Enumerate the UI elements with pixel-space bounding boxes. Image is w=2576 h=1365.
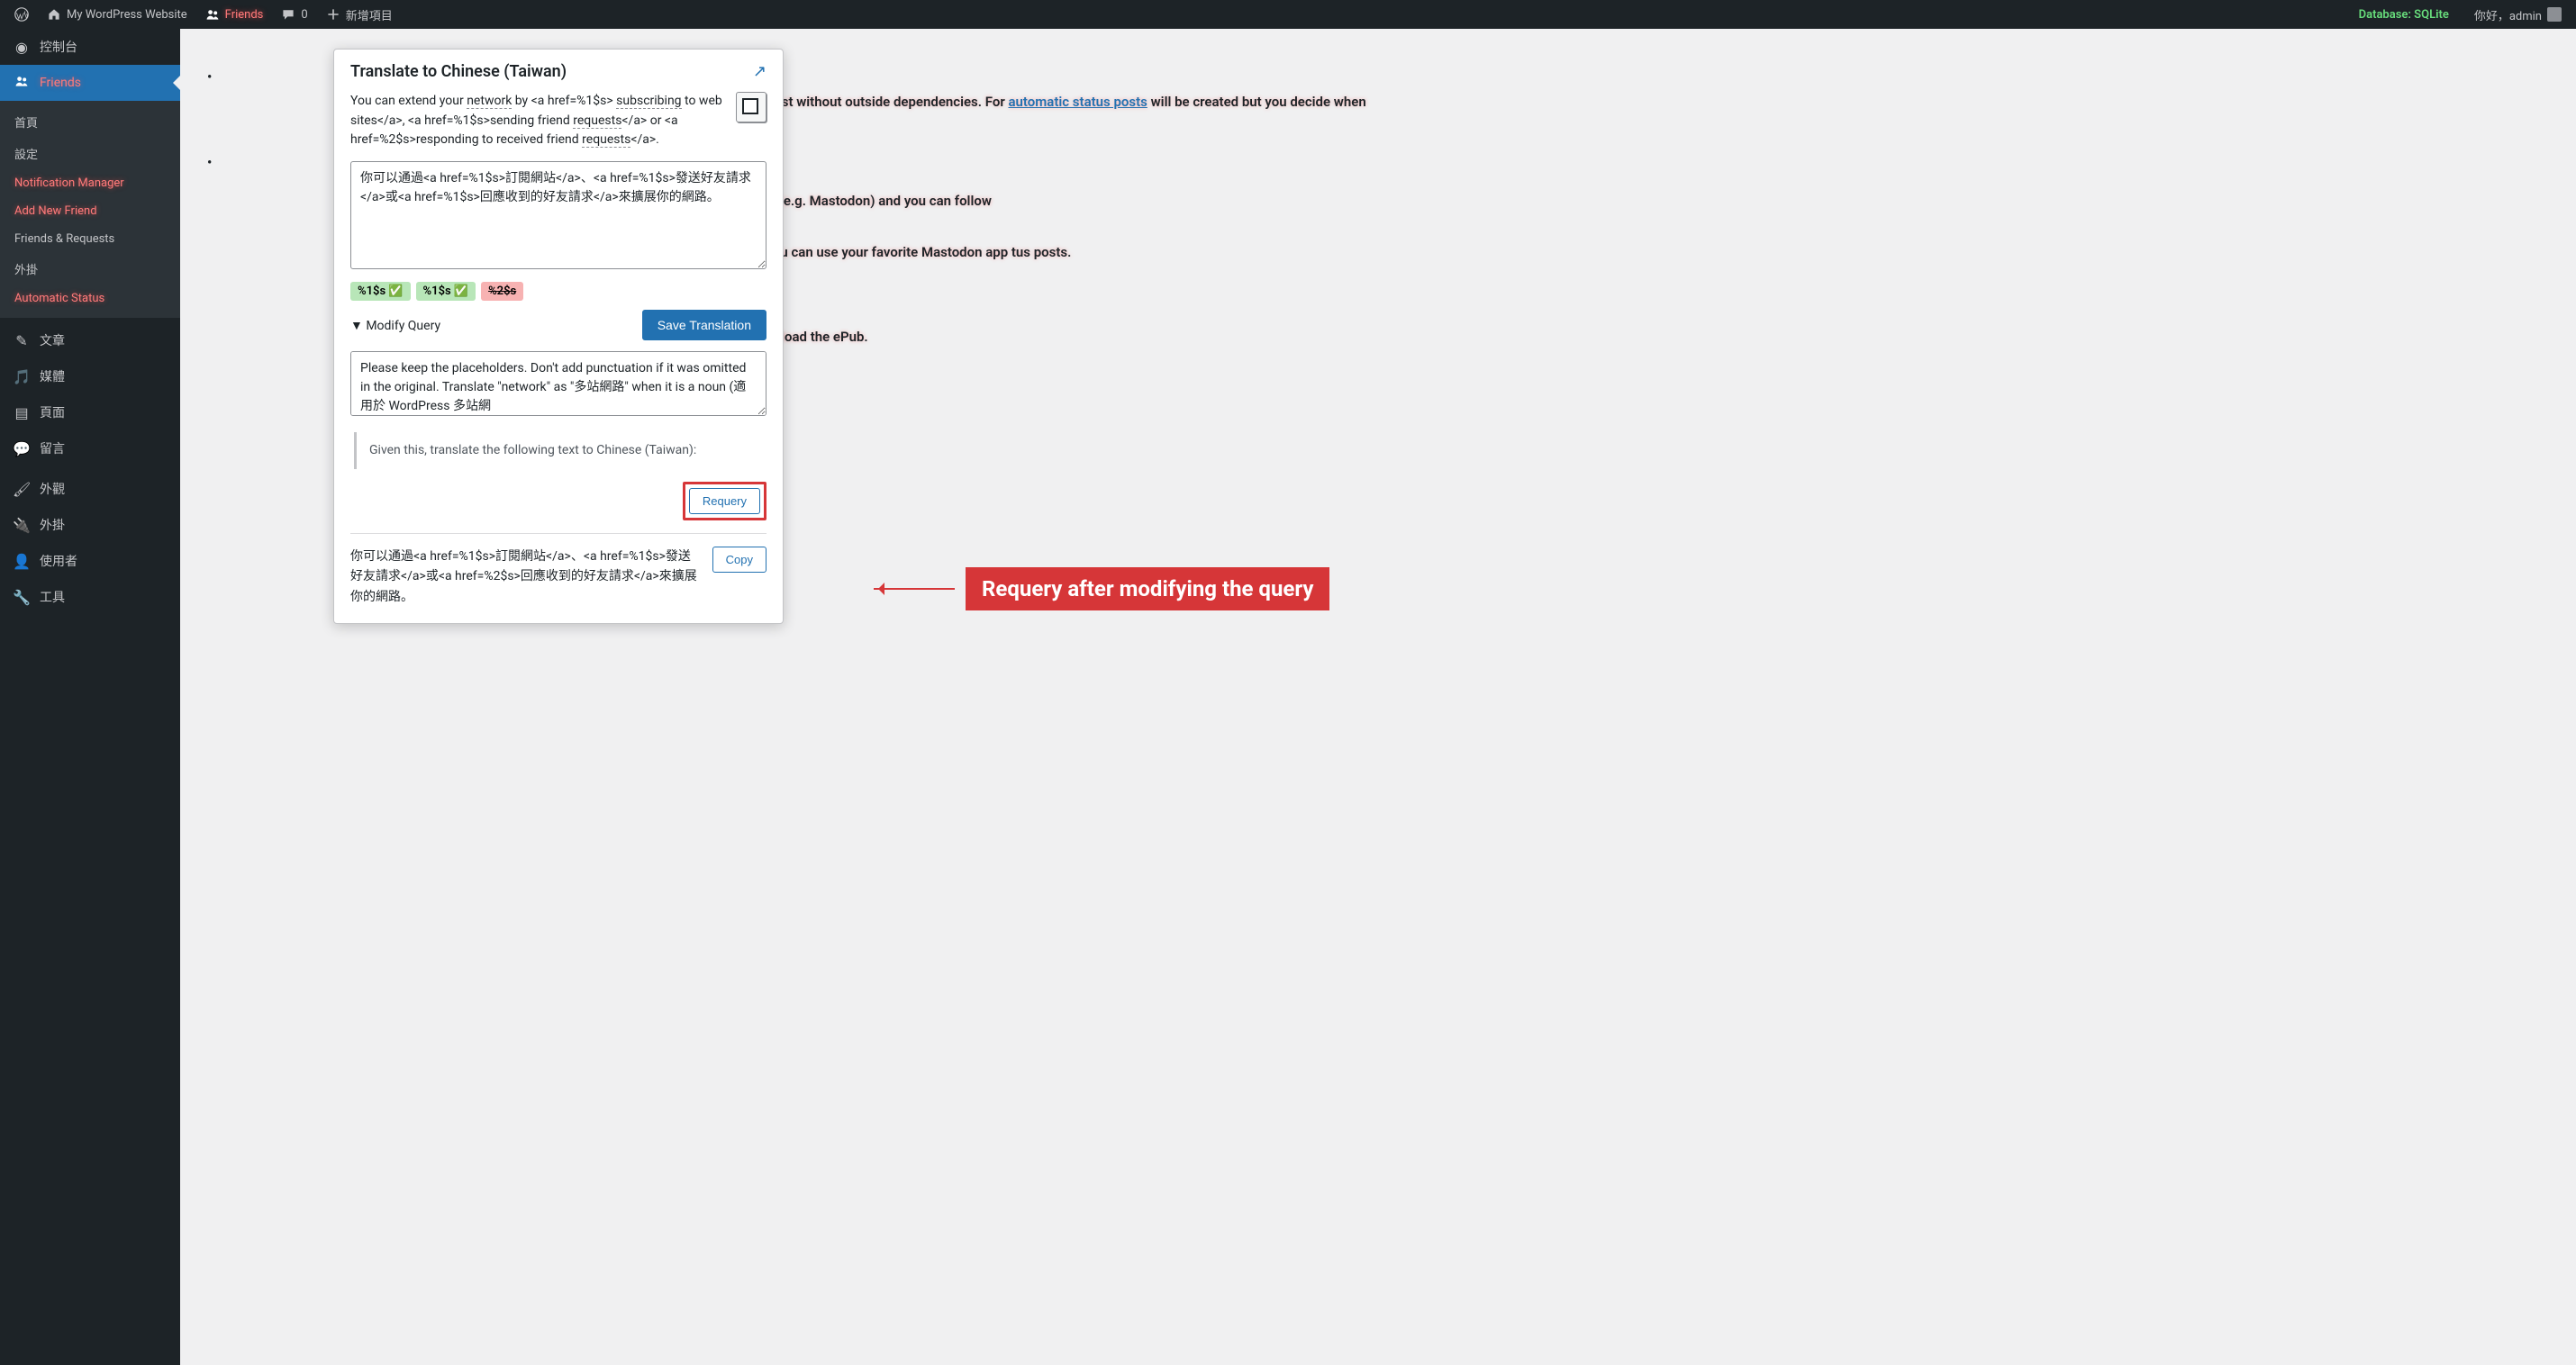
modify-query-toggle[interactable]: ▼ Modify Query (350, 318, 440, 333)
plugin-icon: 🔌 (13, 517, 31, 534)
brush-icon: 🖌 (13, 481, 31, 498)
menu-plugins[interactable]: 🔌外掛 (0, 507, 180, 543)
menu-dashboard[interactable]: ◉控制台 (0, 29, 180, 65)
friends-icon (13, 74, 31, 92)
dashboard-icon: ◉ (13, 39, 31, 56)
submenu-friends-requests[interactable]: Friends & Requests (0, 225, 180, 253)
result-translation: 你可以通過<a href=%1$s>訂閱網站</a>、<a href=%1$s>… (350, 547, 703, 607)
placeholder-ok-1: %1$s ✅ (350, 282, 411, 301)
annotation: Requery after modifying the query (874, 567, 1329, 610)
translate-modal: Translate to Chinese (Taiwan) ↗ You can … (333, 49, 784, 624)
submenu-friends: 首頁 設定 Notification Manager Add New Frien… (0, 101, 180, 318)
placeholder-missing: %2$s (481, 282, 523, 301)
copy-source-button[interactable] (736, 92, 766, 122)
wrench-icon: 🔧 (13, 589, 31, 606)
menu-pages[interactable]: ▤頁面 (0, 394, 180, 430)
query-textarea[interactable] (350, 351, 766, 416)
requery-button[interactable]: Requery (689, 488, 760, 514)
plus-icon (326, 7, 340, 22)
wordpress-icon (14, 7, 29, 22)
admin-bar: My WordPress Website Friends 0 新增項目 Data… (0, 0, 2576, 29)
external-link-icon[interactable]: ↗ (753, 62, 766, 81)
query-preview: Given this, translate the following text… (354, 432, 766, 469)
save-translation-button[interactable]: Save Translation (642, 310, 766, 340)
page-icon: ▤ (13, 404, 31, 421)
avatar (2547, 7, 2562, 22)
annotation-arrow (874, 588, 955, 590)
site-name[interactable]: My WordPress Website (40, 0, 195, 29)
submenu-settings[interactable]: 設定 (0, 138, 180, 169)
submenu-add-new-friend[interactable]: Add New Friend (0, 197, 180, 225)
home-icon (47, 7, 61, 22)
submenu-plugins[interactable]: 外掛 (0, 253, 180, 285)
separator (350, 533, 766, 534)
automatic-status-link[interactable]: automatic status posts (1008, 94, 1147, 110)
submenu-notification-manager[interactable]: Notification Manager (0, 169, 180, 197)
comment-icon (281, 7, 295, 22)
copy-icon (745, 101, 757, 113)
translation-textarea[interactable] (350, 161, 766, 269)
database-indicator[interactable]: Database: SQLite (2352, 0, 2456, 29)
menu-media[interactable]: 🎵媒體 (0, 358, 180, 394)
submenu-automatic-status[interactable]: Automatic Status (0, 285, 180, 312)
admin-sidebar: ◉控制台 Friends 首頁 設定 Notification Manager … (0, 29, 180, 1365)
source-string: You can extend your network by <a href=%… (350, 92, 727, 150)
adminbar-friends[interactable]: Friends (198, 0, 271, 29)
menu-tools[interactable]: 🔧工具 (0, 579, 180, 615)
my-account[interactable]: 你好，admin (2467, 0, 2569, 29)
submenu-home[interactable]: 首頁 (0, 106, 180, 138)
annotation-label: Requery after modifying the query (966, 567, 1329, 610)
pin-icon: ✎ (13, 332, 31, 349)
placeholder-ok-2: %1$s ✅ (416, 282, 476, 301)
modal-title: Translate to Chinese (Taiwan) (350, 62, 567, 81)
copy-result-button[interactable]: Copy (712, 547, 766, 573)
main-content: ovided by this plugin, just without outs… (180, 29, 2576, 1365)
friends-icon (205, 7, 220, 22)
adminbar-new[interactable]: 新增項目 (319, 0, 400, 29)
menu-posts[interactable]: ✎文章 (0, 322, 180, 358)
menu-friends[interactable]: Friends (0, 65, 180, 101)
user-icon: 👤 (13, 553, 31, 570)
placeholder-status: %1$s ✅ %1$s ✅ %2$s (350, 282, 766, 301)
menu-comments[interactable]: 💬留言 (0, 430, 180, 466)
menu-appearance[interactable]: 🖌外觀 (0, 471, 180, 507)
adminbar-comments[interactable]: 0 (274, 0, 314, 29)
wp-logo[interactable] (7, 0, 36, 29)
requery-highlight: Requery (683, 482, 766, 520)
comment-icon: 💬 (13, 440, 31, 457)
media-icon: 🎵 (13, 368, 31, 385)
menu-users[interactable]: 👤使用者 (0, 543, 180, 579)
